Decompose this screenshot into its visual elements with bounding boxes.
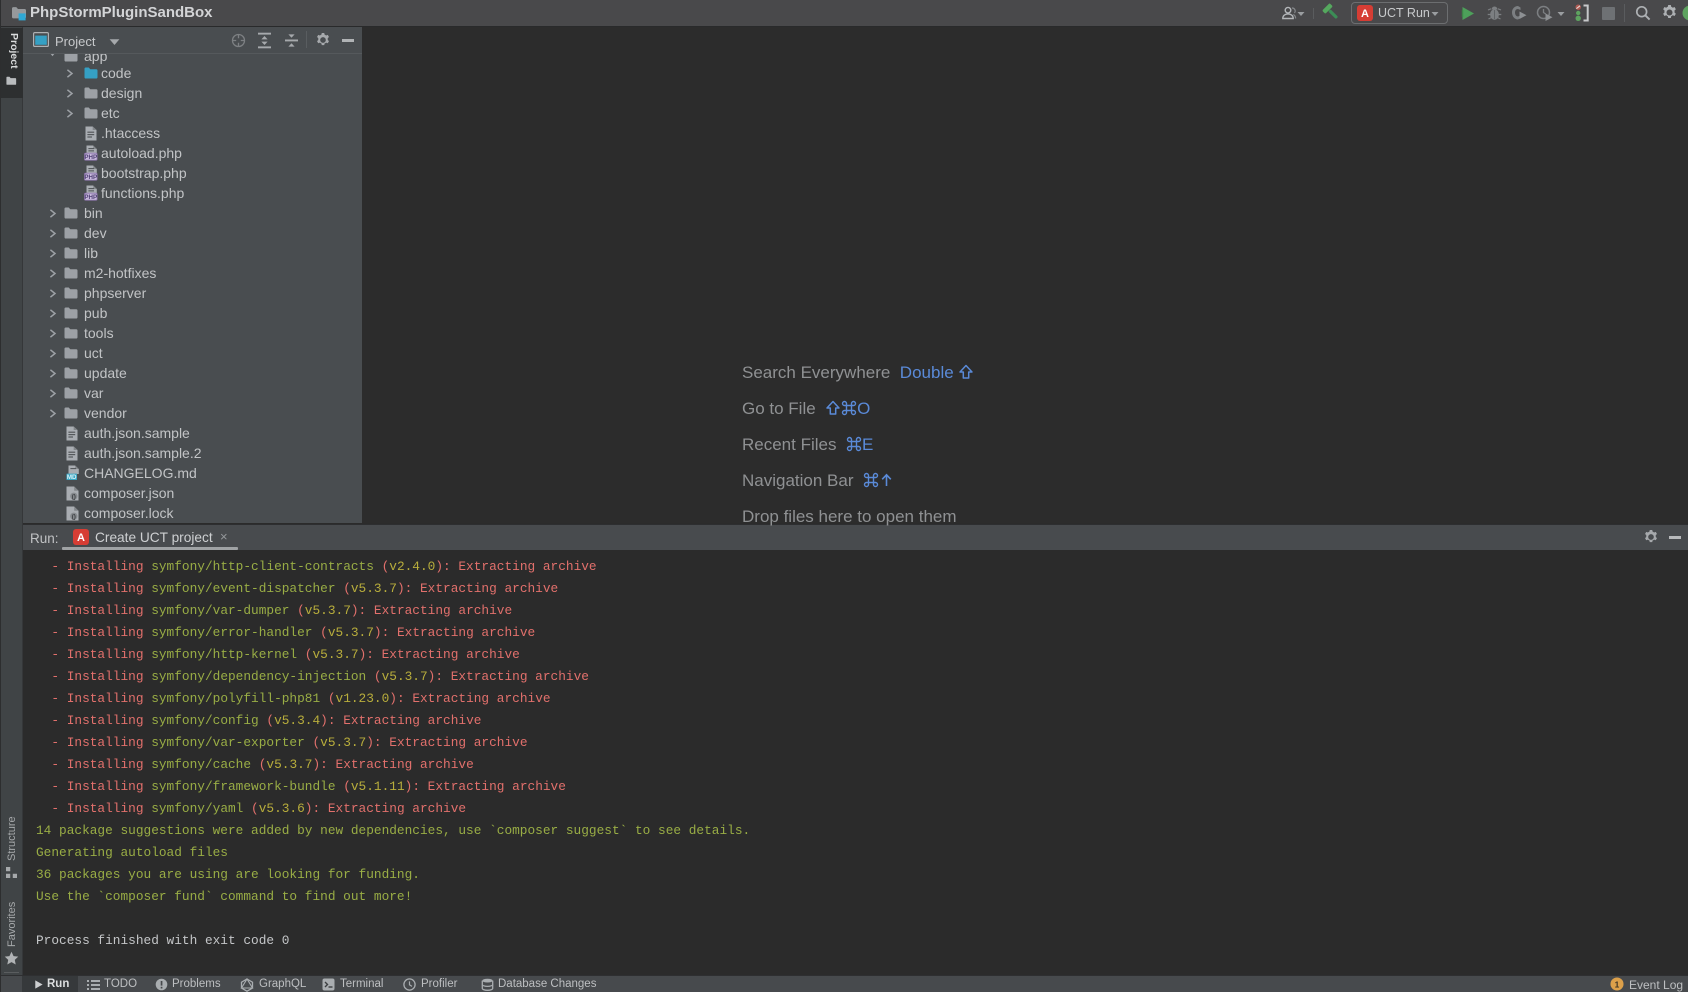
svg-text:MD: MD: [67, 474, 77, 481]
svg-text:A: A: [77, 532, 85, 544]
svg-text:1: 1: [1615, 979, 1620, 989]
svg-text:PHP: PHP: [84, 154, 97, 161]
svg-text:A: A: [1361, 8, 1369, 20]
svg-text:(): (): [72, 514, 76, 521]
svg-text:PHP: PHP: [84, 194, 97, 201]
svg-text:(): (): [72, 494, 76, 501]
svg-text:PHP: PHP: [84, 174, 97, 181]
